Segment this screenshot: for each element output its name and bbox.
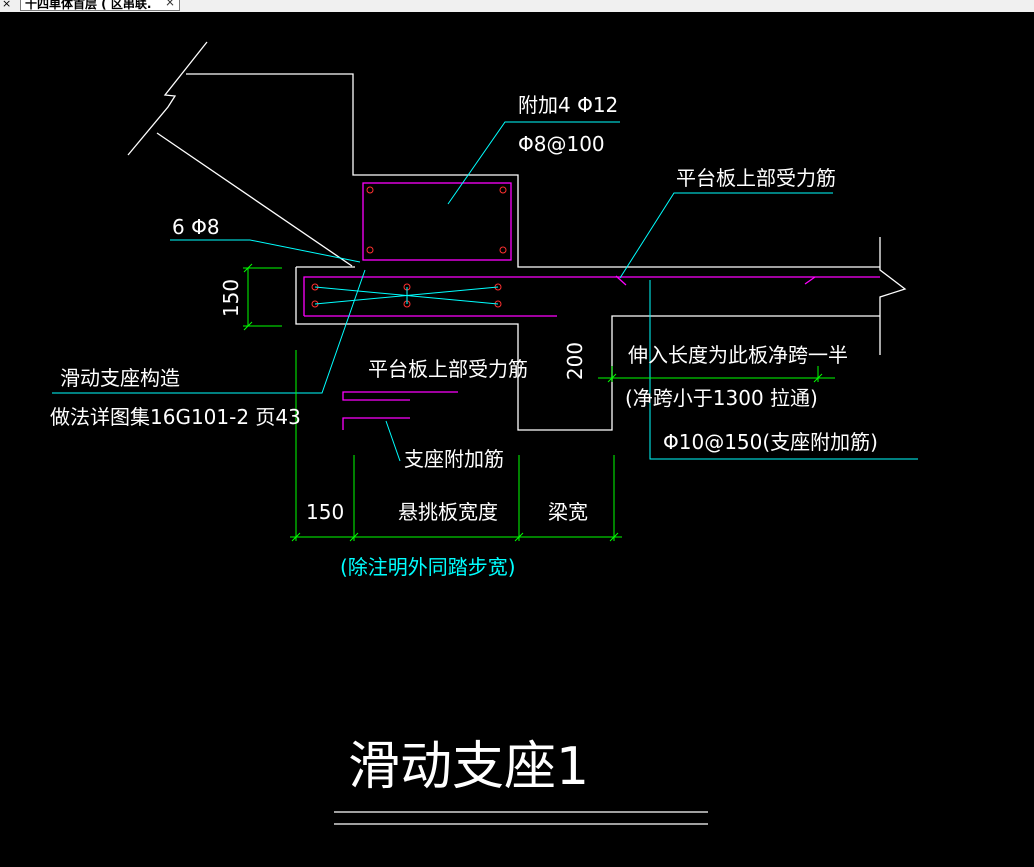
label-note: (除注明外同踏步宽) <box>340 555 516 579</box>
label-beam-width: 梁宽 <box>548 500 588 524</box>
label-support-bars: Φ10@150(支座附加筋) <box>663 430 878 454</box>
label-platform-top-bars-2: 平台板上部受力筋 <box>368 357 528 381</box>
beam-stirrup <box>362 182 512 261</box>
tab-bar: × 十四单体首层 ( 区串联. × <box>0 0 1034 12</box>
drawing-canvas[interactable]: 附加4 Φ12 Φ8@100 平台板上部受力筋 6 Φ8 150 滑动支座构造 … <box>0 12 1034 867</box>
document-tab[interactable]: 十四单体首层 ( 区串联. × <box>20 0 180 11</box>
label-extend-length: 伸入长度为此板净跨一半 <box>628 343 848 367</box>
title-underline <box>334 811 708 825</box>
label-sliding-detail: 滑动支座构造 <box>60 366 180 390</box>
label-cantilever-width: 悬挑板宽度 <box>398 500 498 524</box>
label-stirrup: Φ8@100 <box>518 132 605 156</box>
tab-label: 十四单体首层 ( 区串联. <box>25 0 152 11</box>
label-net-span: (净跨小于1300 拉通) <box>625 386 818 410</box>
drawing-title: 滑动支座1 <box>348 737 589 797</box>
label-reference: 做法详图集16G101-2 页43 <box>50 405 301 429</box>
label-6-bars: 6 Φ8 <box>172 215 220 239</box>
tab-menu-icon[interactable]: × <box>2 0 11 10</box>
label-support-extra: 支座附加筋 <box>404 447 504 471</box>
close-icon[interactable]: × <box>165 0 175 9</box>
label-dim-200: 200 <box>563 342 587 380</box>
label-extra-bars: 附加4 Φ12 <box>518 93 618 117</box>
label-dim-150-vertical: 150 <box>219 279 243 317</box>
label-dim-150-horizontal: 150 <box>306 500 344 524</box>
annotations: 附加4 Φ12 Φ8@100 平台板上部受力筋 6 Φ8 150 滑动支座构造 … <box>50 93 878 797</box>
label-platform-top-bars: 平台板上部受力筋 <box>676 166 836 190</box>
